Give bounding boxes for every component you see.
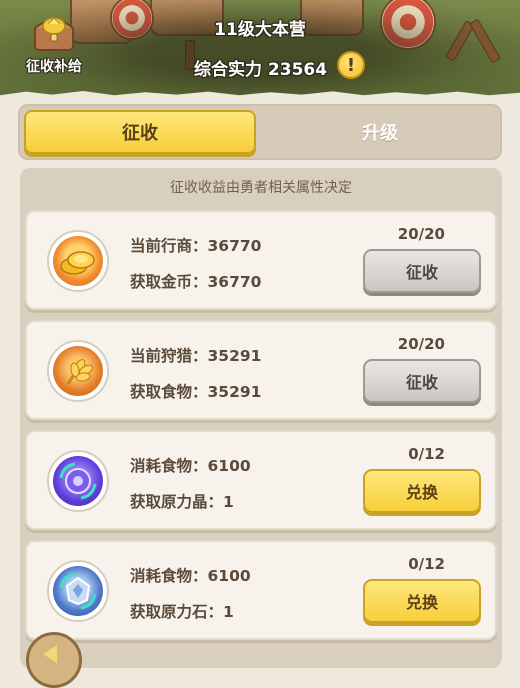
collect-panel: 征收收益由勇者相关属性决定 当前行商：36770 获取金币：36770 20/2… <box>20 168 502 668</box>
supply-label: 征收补给 <box>26 59 82 75</box>
exchange-card-stone: 消耗食物：6100 获取原力石：1 0/12 兑换 <box>25 540 497 640</box>
back-arrow-icon <box>43 645 57 663</box>
card-line-primary: 当前狩猎：35291 <box>130 347 262 365</box>
exchange-stone-button[interactable]: 兑换 <box>363 579 481 623</box>
icon-frame <box>47 340 109 402</box>
collect-count: 20/20 <box>397 225 445 243</box>
icon-frame <box>47 450 109 512</box>
tab-upgrade[interactable]: 升级 <box>264 110 496 154</box>
card-line-secondary: 获取原力石：1 <box>130 603 234 621</box>
tab-collect[interactable]: 征收 <box>24 110 256 154</box>
info-icon[interactable]: ! <box>337 51 365 79</box>
power-value: 综合实力 23564 <box>194 60 328 80</box>
force-stone-icon <box>53 566 103 616</box>
tab-bar: 征收 升级 <box>18 104 502 160</box>
icon-frame <box>47 560 109 622</box>
collect-count: 20/20 <box>397 335 445 353</box>
exchange-crystal-button[interactable]: 兑换 <box>363 469 481 513</box>
gold-coins-icon <box>53 236 103 286</box>
back-button[interactable] <box>26 632 82 688</box>
camp-title: 11级大本营 <box>214 20 306 40</box>
card-line-secondary: 获取原力晶：1 <box>130 493 234 511</box>
resource-card-trade: 当前行商：36770 获取金币：36770 20/20 征收 <box>25 210 497 310</box>
card-line-secondary: 获取食物：35291 <box>130 383 262 401</box>
card-line-primary: 消耗食物：6100 <box>130 457 251 475</box>
card-line-primary: 消耗食物：6100 <box>130 567 251 585</box>
exchange-card-crystal: 消耗食物：6100 获取原力晶：1 0/12 兑换 <box>25 430 497 530</box>
exchange-count: 0/12 <box>408 555 445 573</box>
card-line-secondary: 获取金币：36770 <box>130 273 262 291</box>
collect-food-button[interactable]: 征收 <box>363 359 481 403</box>
icon-frame <box>47 230 109 292</box>
resource-card-hunt: 当前狩猎：35291 获取食物：35291 20/20 征收 <box>25 320 497 420</box>
card-line-primary: 当前行商：36770 <box>130 237 262 255</box>
force-crystal-icon <box>53 456 103 506</box>
collect-gold-button[interactable]: 征收 <box>363 249 481 293</box>
panel-hint: 征收收益由勇者相关属性决定 <box>170 180 352 196</box>
wheat-food-icon <box>53 346 103 396</box>
exchange-count: 0/12 <box>408 445 445 463</box>
